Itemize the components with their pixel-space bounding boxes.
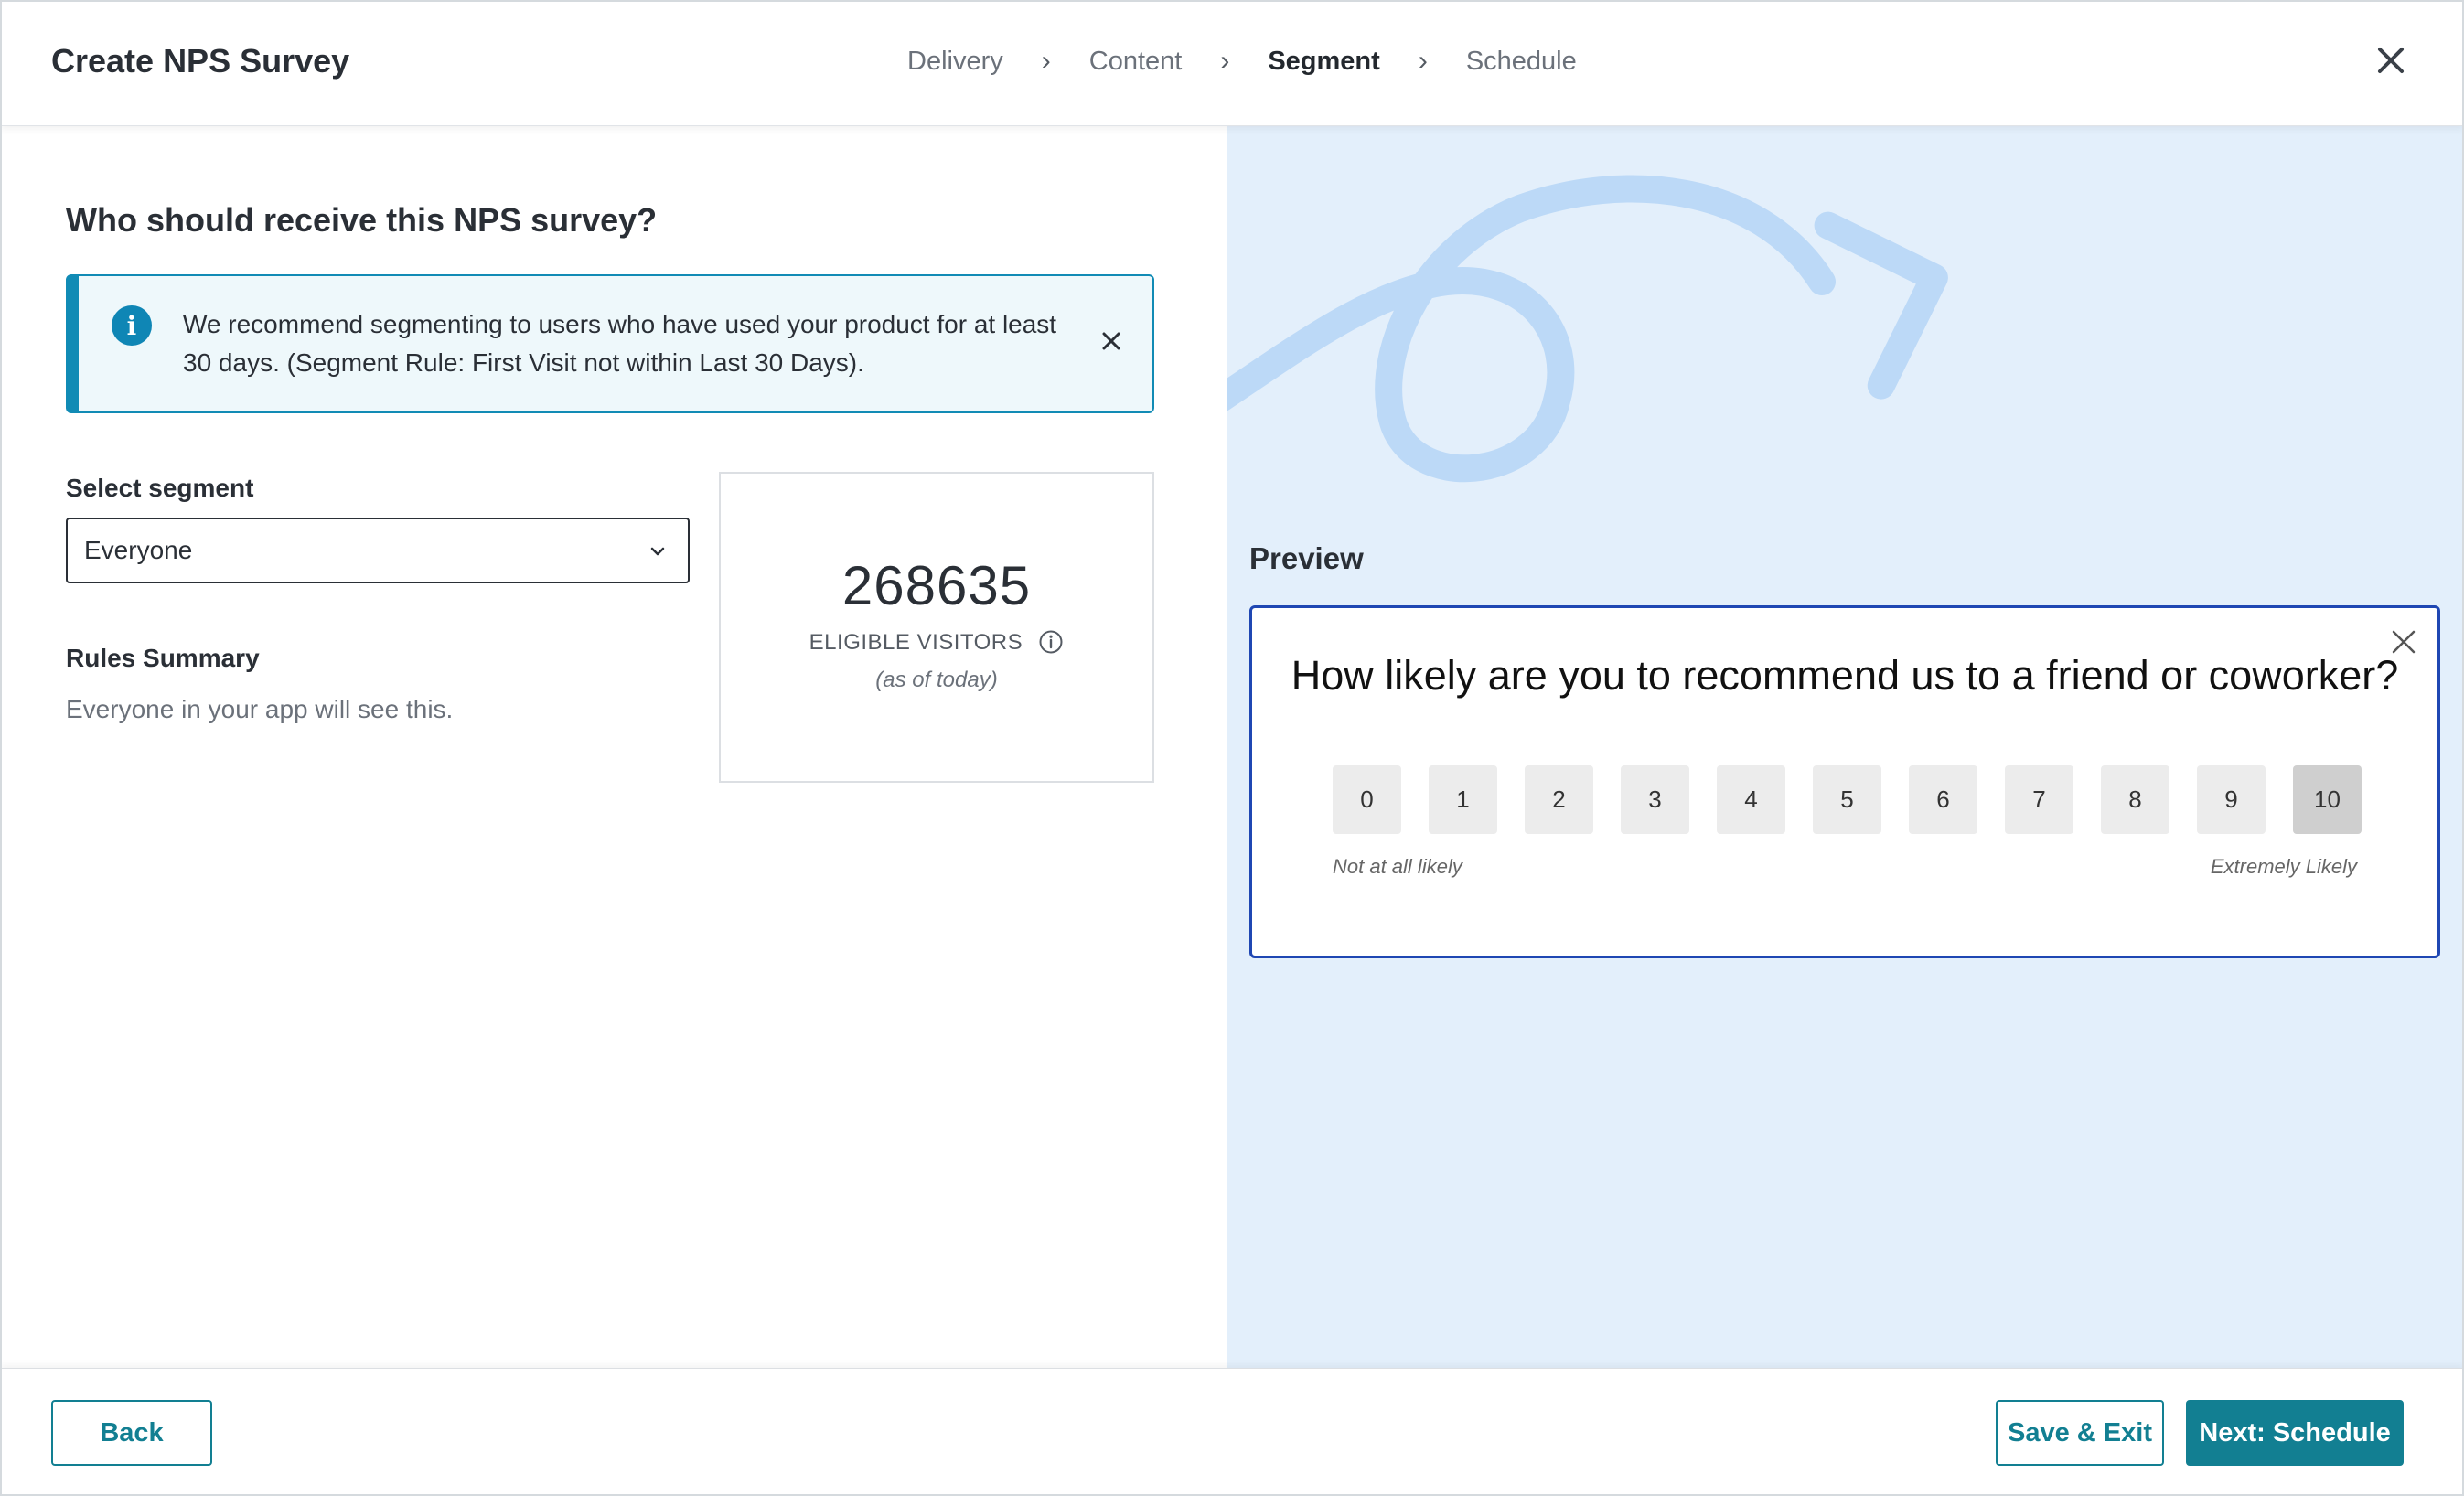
eligible-visitors-label-row: ELIGIBLE VISITORS — [721, 629, 1152, 656]
nps-preview-card: How likely are you to recommend us to a … — [1249, 605, 2440, 958]
segment-select-value: Everyone — [84, 536, 193, 564]
nps-option-3[interactable]: 3 — [1621, 765, 1689, 834]
segment-heading: Who should receive this NPS survey? — [66, 201, 658, 239]
eligible-visitors-date: (as of today) — [875, 668, 998, 692]
nps-option-6[interactable]: 6 — [1909, 765, 1977, 834]
step-content[interactable]: Content — [1089, 47, 1183, 77]
scale-low-label: Not at all likely — [1333, 855, 1462, 878]
rules-summary-title: Rules Summary — [66, 644, 260, 672]
footer-bar: Back Save & Exit Next: Schedule — [0, 1368, 2464, 1496]
nps-option-0[interactable]: 0 — [1333, 765, 1401, 834]
close-icon[interactable] — [1098, 327, 1125, 355]
segment-select[interactable]: Everyone — [66, 518, 690, 583]
decorative-arrow-icon — [1227, 175, 1948, 483]
page-title: Create NPS Survey — [51, 42, 350, 80]
survey-question: How likely are you to recommend us to a … — [1291, 652, 2399, 699]
eligible-visitors-label: ELIGIBLE VISITORS — [809, 630, 1023, 655]
chevron-right-icon: › — [1418, 46, 1428, 76]
next-schedule-button[interactable]: Next: Schedule — [2186, 1400, 2404, 1466]
info-icon: i — [112, 305, 152, 346]
info-icon[interactable] — [1038, 629, 1064, 655]
nps-option-5[interactable]: 5 — [1813, 765, 1881, 834]
close-icon[interactable] — [2373, 42, 2409, 79]
chevron-right-icon: › — [1220, 46, 1230, 76]
chevron-down-icon — [650, 547, 665, 556]
preview-label: Preview — [1249, 541, 1364, 575]
nps-option-4[interactable]: 4 — [1717, 765, 1785, 834]
scale-high-label: Extremely Likely — [2210, 855, 2357, 878]
nps-option-8[interactable]: 8 — [2101, 765, 2169, 834]
callout-text: We recommend segmenting to users who hav… — [183, 310, 1057, 377]
nps-option-1[interactable]: 1 — [1429, 765, 1497, 834]
preview-panel: Preview How likely are you to recommend … — [1227, 126, 2464, 1368]
nps-option-7[interactable]: 7 — [2005, 765, 2073, 834]
select-segment-label: Select segment — [66, 474, 254, 502]
chevron-right-icon: › — [1041, 46, 1051, 76]
segment-panel: Who should receive this NPS survey? i We… — [0, 126, 1227, 1368]
nps-option-9[interactable]: 9 — [2197, 765, 2266, 834]
nps-scale: 0 1 2 3 4 5 6 7 8 9 10 — [1333, 765, 2362, 834]
step-schedule[interactable]: Schedule — [1466, 47, 1577, 77]
nps-option-10[interactable]: 10 — [2293, 765, 2362, 834]
rules-summary-text: Everyone in your app will see this. — [66, 695, 454, 723]
header-bar: Create NPS Survey Delivery › Content › S… — [0, 0, 2464, 126]
step-segment[interactable]: Segment — [1268, 47, 1379, 77]
save-exit-button[interactable]: Save & Exit — [1996, 1400, 2164, 1466]
wizard-steps: Delivery › Content › Segment › Schedule — [907, 46, 1577, 77]
step-delivery[interactable]: Delivery — [907, 47, 1003, 77]
eligible-visitors-count: 268635 — [841, 555, 1032, 616]
nps-option-2[interactable]: 2 — [1525, 765, 1593, 834]
recommendation-callout: i We recommend segmenting to users who h… — [66, 274, 1154, 413]
eligible-visitors-card: 268635 ELIGIBLE VISITORS (as of today) — [719, 472, 1154, 783]
back-button[interactable]: Back — [51, 1400, 212, 1466]
